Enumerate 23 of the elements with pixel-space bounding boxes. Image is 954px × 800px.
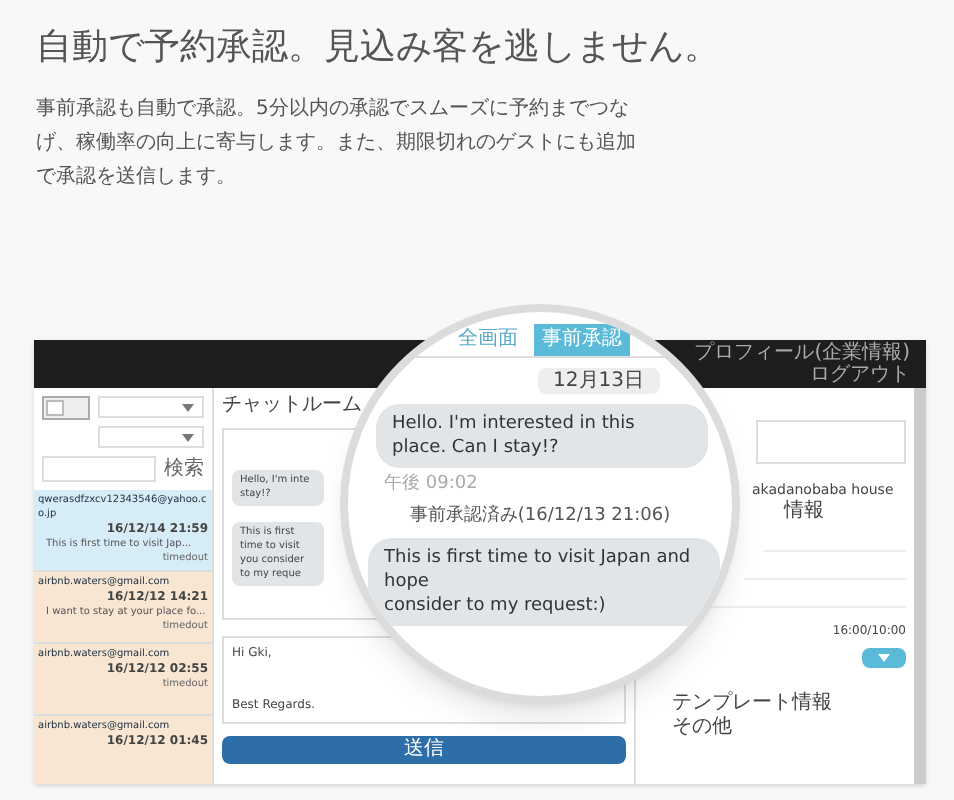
chat-room-title: チャットルーム [222, 392, 364, 420]
message-time: 午後 09:02 [384, 474, 480, 496]
caret-icon [878, 654, 890, 662]
dropdown-button[interactable] [862, 648, 906, 668]
top-bar-link[interactable]: プロフィール(企業情報) [694, 342, 910, 364]
message-text: consider to my request:) [384, 594, 608, 618]
account-dropdown[interactable] [98, 396, 204, 418]
date-label: 12月13日 [537, 368, 660, 394]
caret-icon [182, 403, 194, 411]
search-field[interactable] [42, 456, 156, 482]
note-field[interactable] [756, 420, 906, 464]
template-item: その他 [670, 716, 734, 740]
message-bubble: Hello. I'm interested in this place. Can I stay!? [376, 404, 708, 468]
template-title: テンプレート情報 [670, 692, 834, 716]
account-dropdown[interactable] [98, 426, 204, 448]
caret-icon [182, 433, 194, 441]
approval-notice: 事前承認済み(16/12/13 21:06) [409, 506, 671, 528]
toggle-switch[interactable] [42, 396, 90, 420]
headline: 自動で予約承認。見込み客を逃しません。 [36, 24, 722, 72]
top-bar-link[interactable]: ログアウト [810, 364, 910, 386]
send-button[interactable]: 送信 [222, 736, 626, 764]
intro-paragraph: 事前承認も自動で承認。5分以内の承認でスムーズに予約までつなげ、稼働率の向上に寄与します。また、期限切れのゲストにも追加で承認を送信します。 [36, 95, 636, 192]
search-button[interactable]: 検索 [164, 456, 204, 482]
